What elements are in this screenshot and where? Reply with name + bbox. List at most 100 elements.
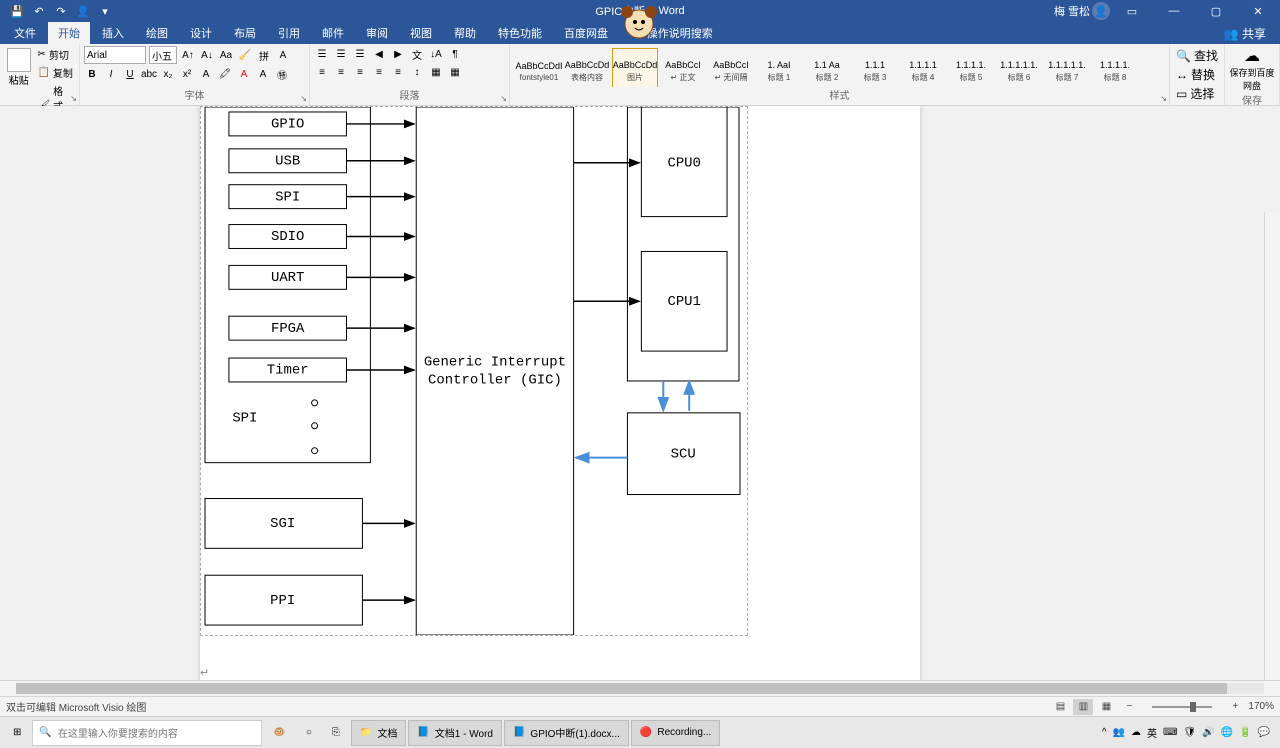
replace-button[interactable]: ↔替换 bbox=[1174, 65, 1220, 84]
save-icon[interactable]: 💾 bbox=[10, 4, 24, 18]
font-launcher-icon[interactable]: ↘ bbox=[300, 94, 307, 103]
enclose-char-button[interactable]: ㊕ bbox=[274, 66, 290, 82]
line-spacing-button[interactable]: ↕ bbox=[409, 64, 425, 80]
avatar[interactable]: 👤 bbox=[1092, 2, 1110, 20]
style-item-4[interactable]: AaBbCcI↵ 无间隔 bbox=[708, 48, 754, 87]
user-icon[interactable]: 👤 bbox=[76, 4, 90, 18]
tab-special[interactable]: 特色功能 bbox=[488, 22, 552, 44]
style-item-12[interactable]: 1.1.1.1.标题 8 bbox=[1092, 48, 1138, 87]
numbering-button[interactable]: ☰ bbox=[333, 46, 349, 62]
tab-baidu[interactable]: 百度网盘 bbox=[554, 22, 618, 44]
align-left-button[interactable]: ≡ bbox=[314, 64, 330, 80]
start-button[interactable]: ⊞ bbox=[4, 720, 30, 746]
style-item-5[interactable]: 1. AaI标题 1 bbox=[756, 48, 802, 87]
taskbar-word1[interactable]: 📘 文档1 - Word bbox=[408, 720, 502, 746]
document-area[interactable]: GPIO USB SPI SDIO UART FPGA Timer SPI SG… bbox=[0, 106, 1280, 680]
italic-button[interactable]: I bbox=[103, 66, 119, 82]
select-button[interactable]: ▭选择 bbox=[1174, 84, 1220, 103]
zoom-in-button[interactable]: + bbox=[1225, 699, 1245, 715]
align-right-button[interactable]: ≡ bbox=[352, 64, 368, 80]
redo-icon[interactable]: ↷ bbox=[54, 4, 68, 18]
show-marks-button[interactable]: ¶ bbox=[447, 46, 463, 62]
font-name-select[interactable] bbox=[84, 46, 146, 64]
tab-view[interactable]: 视图 bbox=[400, 22, 442, 44]
shrink-font-button[interactable]: A↓ bbox=[199, 47, 215, 63]
grow-font-button[interactable]: A↑ bbox=[180, 47, 196, 63]
tray-ime-icon[interactable]: 英 bbox=[1147, 725, 1157, 740]
clipboard-launcher-icon[interactable]: ↘ bbox=[70, 94, 77, 103]
subscript-button[interactable]: x₂ bbox=[160, 66, 176, 82]
style-item-3[interactable]: AaBbCcI↵ 正文 bbox=[660, 48, 706, 87]
char-border-button[interactable]: A bbox=[275, 47, 291, 63]
tray-security-icon[interactable]: 🛡 bbox=[1183, 727, 1196, 738]
taskbar-mascot-icon[interactable]: 🐵 bbox=[264, 720, 294, 746]
font-color-button[interactable]: A bbox=[236, 66, 252, 82]
decrease-indent-button[interactable]: ◀ bbox=[371, 46, 387, 62]
share-button[interactable]: 👥 共享 bbox=[1224, 25, 1266, 42]
clear-format-button[interactable]: 🧹 bbox=[237, 47, 253, 63]
paragraph-launcher-icon[interactable]: ↘ bbox=[500, 94, 507, 103]
horizontal-scrollbar[interactable] bbox=[0, 680, 1280, 696]
tab-layout[interactable]: 布局 bbox=[224, 22, 266, 44]
visio-diagram[interactable]: GPIO USB SPI SDIO UART FPGA Timer SPI SG… bbox=[200, 106, 748, 636]
strike-button[interactable]: abc bbox=[141, 66, 157, 82]
bullets-button[interactable]: ☰ bbox=[314, 46, 330, 62]
styles-launcher-icon[interactable]: ↘ bbox=[1160, 94, 1167, 103]
tray-onedrive-icon[interactable]: ☁ bbox=[1131, 727, 1141, 738]
text-effects-button[interactable]: A bbox=[198, 66, 214, 82]
bold-button[interactable]: B bbox=[84, 66, 100, 82]
cut-button[interactable]: ✂ 剪切 bbox=[35, 46, 75, 63]
multilevel-button[interactable]: ☰ bbox=[352, 46, 368, 62]
tab-design[interactable]: 设计 bbox=[180, 22, 222, 44]
shading-button[interactable]: ▦ bbox=[428, 64, 444, 80]
print-layout-button[interactable]: ▥ bbox=[1073, 699, 1093, 715]
tray-battery-icon[interactable]: 🔋 bbox=[1239, 727, 1251, 738]
tab-home[interactable]: 开始 bbox=[48, 22, 90, 44]
style-item-9[interactable]: 1.1.1.1.标题 5 bbox=[948, 48, 994, 87]
align-center-button[interactable]: ≡ bbox=[333, 64, 349, 80]
qat-more-icon[interactable]: ▾ bbox=[98, 4, 112, 18]
tab-file[interactable]: 文件 bbox=[4, 22, 46, 44]
taskbar-word2[interactable]: 📘 GPIO中断(1).docx... bbox=[504, 720, 629, 746]
style-item-0[interactable]: AaBbCcDdIfontstyle01 bbox=[516, 48, 562, 87]
style-item-2[interactable]: AaBbCcDd图片 bbox=[612, 48, 658, 87]
tab-insert[interactable]: 插入 bbox=[92, 22, 134, 44]
sort-button[interactable]: ↓A bbox=[428, 46, 444, 62]
style-item-7[interactable]: 1.1.1标题 3 bbox=[852, 48, 898, 87]
tray-up-icon[interactable]: ^ bbox=[1102, 727, 1107, 738]
superscript-button[interactable]: x² bbox=[179, 66, 195, 82]
justify-button[interactable]: ≡ bbox=[371, 64, 387, 80]
tab-draw[interactable]: 绘图 bbox=[136, 22, 178, 44]
style-item-1[interactable]: AaBbCcDd表格内容 bbox=[564, 48, 610, 87]
taskbar-search[interactable]: 🔍 在这里输入你要搜索的内容 bbox=[32, 720, 262, 746]
style-item-10[interactable]: 1.1.1.1.1.标题 6 bbox=[996, 48, 1042, 87]
phonetic-button[interactable]: 拼 bbox=[256, 47, 272, 63]
minimize-button[interactable]: — bbox=[1154, 0, 1194, 22]
copy-button[interactable]: 📋 复制 bbox=[35, 64, 75, 81]
cloud-save-button[interactable]: ☁ 保存到百度网盘 bbox=[1229, 46, 1275, 92]
distribute-button[interactable]: ≡ bbox=[390, 64, 406, 80]
font-size-select[interactable] bbox=[149, 46, 177, 64]
tab-review[interactable]: 审阅 bbox=[356, 22, 398, 44]
border-button[interactable]: ▦ bbox=[447, 64, 463, 80]
tray-volume-icon[interactable]: 🔊 bbox=[1202, 727, 1214, 738]
tab-help[interactable]: 帮助 bbox=[444, 22, 486, 44]
vertical-scrollbar[interactable] bbox=[1264, 212, 1280, 680]
undo-icon[interactable]: ↶ bbox=[32, 4, 46, 18]
task-view-button[interactable]: ⎘ bbox=[323, 720, 349, 746]
tray-keyboard-icon[interactable]: ⌨ bbox=[1163, 727, 1177, 738]
tray-network-icon[interactable]: 🌐 bbox=[1221, 727, 1233, 738]
style-item-8[interactable]: 1.1.1.1标题 4 bbox=[900, 48, 946, 87]
tray-people-icon[interactable]: 👥 bbox=[1113, 727, 1125, 738]
close-button[interactable]: ✕ bbox=[1238, 0, 1278, 22]
taskbar-recording[interactable]: 🔴 Recording... bbox=[631, 720, 720, 746]
asian-layout-button[interactable]: 文 bbox=[409, 46, 425, 62]
underline-button[interactable]: U bbox=[122, 66, 138, 82]
web-layout-button[interactable]: ▦ bbox=[1096, 699, 1116, 715]
style-item-6[interactable]: 1.1 Aa标题 2 bbox=[804, 48, 850, 87]
find-button[interactable]: 🔍查找 bbox=[1174, 46, 1220, 65]
zoom-out-button[interactable]: − bbox=[1119, 699, 1139, 715]
tab-references[interactable]: 引用 bbox=[268, 22, 310, 44]
tray-notifications-icon[interactable]: 💬 bbox=[1258, 727, 1270, 738]
cortana-button[interactable]: ○ bbox=[297, 720, 321, 746]
